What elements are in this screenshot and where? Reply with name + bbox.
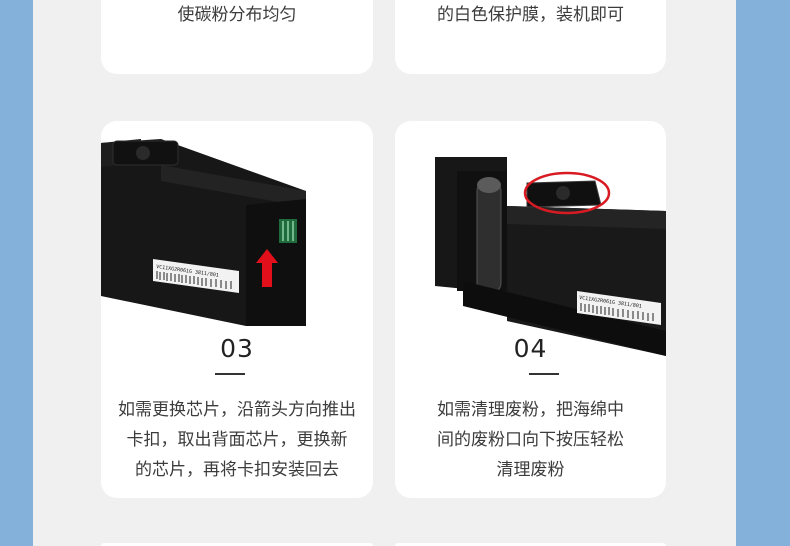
step-2-description: 的白色保护膜，装机即可 [437,5,624,25]
step-card-3: VC11XG2R061G 3811/801 03 如需更换芯片，沿箭头方向推出 … [101,121,373,498]
toner-cartridge-waste-port-photo: VC11XG2R061G 3811/801 [435,157,666,356]
step-3-line-3: 的芯片，再将卡扣安装回去 [135,460,339,480]
step-4-line-3: 清理废粉 [496,460,565,480]
step-4-line-1: 如需清理废粉，把海绵中 [437,400,624,420]
step-4-number: 04 [513,334,548,363]
toner-cartridge-chip-photo: VC11XG2R061G 3811/801 [101,139,306,326]
step-4-description: 如需清理废粉，把海绵中 间的废粉口向下按压轻松 清理废粉 [395,395,666,485]
step-3-divider [215,373,245,375]
step-card-4: VC11XG2R061G 3811/801 04 如需清理废粉，把海绵中 间的废… [395,121,666,498]
step-4-divider [529,373,559,375]
step-3-description: 如需更换芯片，沿箭头方向推出 卡扣，取出背面芯片，更换新 的芯片，再将卡扣安装回… [101,395,373,485]
content-panel: 使碳粉分布均匀 的白色保护膜，装机即可 VC11XG2R061G 3811/80… [33,0,736,546]
step-4-line-2: 间的废粉口向下按压轻松 [437,430,624,450]
step-card-2: 的白色保护膜，装机即可 [395,0,666,74]
step-3-line-1: 如需更换芯片，沿箭头方向推出 [118,400,356,420]
step-1-description: 使碳粉分布均匀 [177,5,297,25]
step-card-1: 使碳粉分布均匀 [101,0,373,74]
step-3-line-2: 卡扣，取出背面芯片，更换新 [126,430,348,450]
step-3-number: 03 [220,334,254,363]
